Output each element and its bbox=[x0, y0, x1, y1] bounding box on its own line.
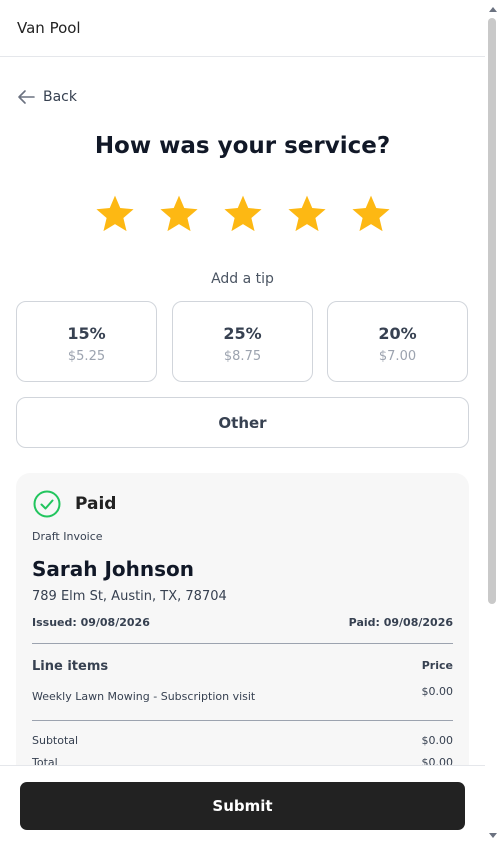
back-label: Back bbox=[43, 89, 77, 105]
paid-date: Paid: 09/08/2026 bbox=[348, 616, 453, 629]
tip-amount: $5.25 bbox=[67, 349, 106, 364]
subtotal-value: $0.00 bbox=[421, 734, 454, 747]
back-button[interactable]: Back bbox=[17, 89, 77, 105]
price-header: Price bbox=[421, 659, 453, 672]
invoice-type: Draft Invoice bbox=[32, 530, 103, 543]
line-item-description: Weekly Lawn Mowing - Subscription visit bbox=[32, 690, 256, 703]
tip-other-button[interactable]: Other bbox=[16, 397, 469, 448]
submit-button[interactable]: Submit bbox=[20, 782, 465, 830]
tip-option-15[interactable]: 15% $5.25 bbox=[16, 301, 157, 382]
tip-option-25[interactable]: 25% $8.75 bbox=[172, 301, 313, 382]
tip-amount: $8.75 bbox=[223, 349, 262, 364]
app-title: Van Pool bbox=[17, 19, 81, 37]
top-bar: Van Pool bbox=[0, 0, 485, 57]
tip-label: Add a tip bbox=[211, 271, 274, 287]
footer: Submit bbox=[0, 765, 485, 846]
scroll-down-icon[interactable] bbox=[489, 833, 497, 838]
invoice-card: Paid Draft Invoice Sarah Johnson 789 Elm… bbox=[16, 473, 469, 803]
tip-option-20[interactable]: 20% $7.00 bbox=[327, 301, 468, 382]
tip-percent: 25% bbox=[223, 324, 262, 343]
divider bbox=[32, 720, 453, 721]
status-label: Paid bbox=[75, 494, 117, 514]
star-icon-3[interactable] bbox=[222, 193, 264, 235]
star-rating bbox=[0, 193, 485, 235]
scroll-up-icon[interactable] bbox=[489, 7, 497, 12]
check-circle-icon bbox=[33, 490, 61, 518]
line-items-title: Line items bbox=[32, 659, 109, 674]
star-icon-2[interactable] bbox=[158, 193, 200, 235]
divider bbox=[32, 643, 453, 644]
star-icon-5[interactable] bbox=[350, 193, 392, 235]
client-address: 789 Elm St, Austin, TX, 78704 bbox=[32, 589, 227, 604]
tip-percent: 20% bbox=[378, 324, 417, 343]
scroll-thumb[interactable] bbox=[488, 18, 496, 604]
star-icon-1[interactable] bbox=[94, 193, 136, 235]
star-icon-4[interactable] bbox=[286, 193, 328, 235]
issued-date: Issued: 09/08/2026 bbox=[32, 616, 150, 629]
scrollbar[interactable] bbox=[485, 0, 500, 845]
tip-amount: $7.00 bbox=[378, 349, 417, 364]
rating-question: How was your service? bbox=[94, 133, 391, 159]
arrow-left-icon bbox=[18, 90, 35, 104]
line-item-price: $0.00 bbox=[421, 685, 454, 698]
subtotal-label: Subtotal bbox=[32, 734, 79, 747]
client-name: Sarah Johnson bbox=[32, 557, 195, 581]
tip-percent: 15% bbox=[67, 324, 106, 343]
paid-status: Paid bbox=[33, 490, 116, 518]
